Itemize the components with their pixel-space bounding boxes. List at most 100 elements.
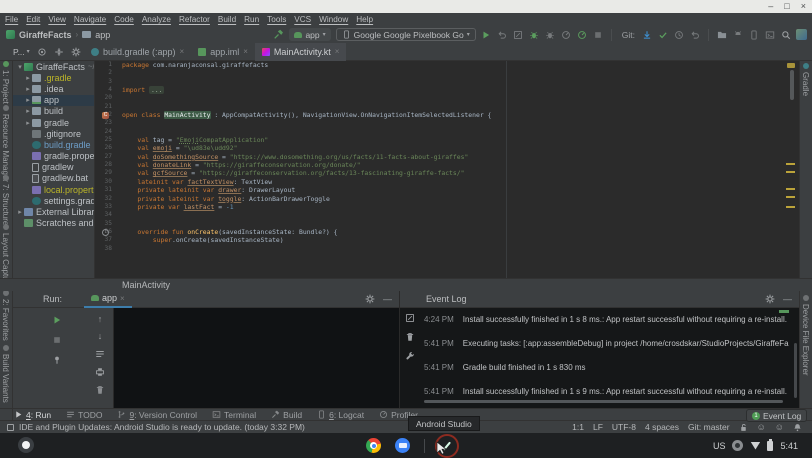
gradle-status-icon[interactable]: ☺ <box>775 423 784 432</box>
project-structure-icon[interactable] <box>717 30 727 40</box>
profiler-gauge-icon[interactable] <box>561 30 571 40</box>
code-line-20[interactable]: 20 <box>95 94 799 102</box>
up-stacktrace-icon[interactable]: ↑ <box>98 315 103 324</box>
menu-item-navigate[interactable]: Navigate <box>74 15 106 24</box>
coverage-icon[interactable] <box>513 30 523 40</box>
run-icon[interactable] <box>481 30 491 40</box>
expander-icon[interactable]: ▸ <box>24 85 32 93</box>
status-utf-8[interactable]: UTF-8 <box>612 422 636 432</box>
log-entry[interactable]: 5:41 PMGradle build finished in 1 s 830 … <box>424 363 789 372</box>
tree-item-build[interactable]: ▸build <box>13 106 94 117</box>
event-log-horizontal-scrollbar[interactable] <box>424 400 783 403</box>
tool-stripe-button-2-favorites[interactable]: 2: Favorites <box>1 290 10 341</box>
toolwindow-button-todo[interactable]: TODO <box>66 410 102 420</box>
menu-item-code[interactable]: Code <box>114 15 134 24</box>
expander-icon[interactable]: ▸ <box>24 74 32 82</box>
toolwindow-button-6-logcat[interactable]: 6: Logcat <box>317 410 364 420</box>
menu-item-refactor[interactable]: Refactor <box>179 15 210 24</box>
tree-item-gradle[interactable]: ▸.gradle <box>13 72 94 83</box>
apply-changes-icon[interactable] <box>497 30 507 40</box>
code-line-23[interactable]: 23 <box>95 119 799 127</box>
expander-icon[interactable]: ▾ <box>16 63 24 71</box>
expander-icon[interactable]: ▸ <box>16 208 24 216</box>
code-line-4[interactable]: 4import ... <box>95 86 799 94</box>
tree-item-gradle-properties[interactable]: gradle.properties <box>13 151 94 162</box>
tree-item-idea[interactable]: ▸.idea <box>13 83 94 94</box>
menu-item-analyze[interactable]: Analyze <box>142 15 171 24</box>
notification-icon[interactable] <box>7 424 14 431</box>
down-stacktrace-icon[interactable]: ↓ <box>98 332 103 341</box>
expander-icon[interactable]: ▸ <box>24 119 32 127</box>
code-line-22[interactable]: 22Copen class MainActivity : AppCompatAc… <box>95 111 799 119</box>
status-message[interactable]: IDE and Plugin Updates: Android Studio i… <box>19 422 305 432</box>
code-line-33[interactable]: 33 private var lastFact = -1 <box>95 203 799 211</box>
menu-item-edit[interactable]: Edit <box>26 15 40 24</box>
tab-app-iml[interactable]: app.iml× <box>191 43 255 61</box>
inspection-indicator[interactable] <box>787 63 795 68</box>
launcher-button[interactable] <box>18 437 34 453</box>
status-4-spaces[interactable]: 4 spaces <box>645 422 679 432</box>
highlighting-level-icon[interactable]: ☺ <box>757 423 766 432</box>
tree-item-gradlew-bat[interactable]: gradlew.bat <box>13 173 94 184</box>
menu-item-build[interactable]: Build <box>218 15 236 24</box>
tree-item-build-gradle[interactable]: build.gradle <box>13 139 94 150</box>
hide-panel-icon[interactable]: — <box>783 295 792 304</box>
log-entry[interactable]: 5:41 PMExecuting tasks: [:app:assembleDe… <box>424 339 789 348</box>
log-entry[interactable]: 5:41 PMInstall successfully finished in … <box>424 387 789 396</box>
tab-build-gradle-app[interactable]: build.gradle (:app)× <box>84 43 191 61</box>
menu-item-help[interactable]: Help <box>356 15 373 24</box>
tree-item-giraffefacts[interactable]: ▾GiraffeFacts~/S <box>13 61 94 72</box>
settings-gear-icon[interactable] <box>765 294 775 304</box>
code-line-29[interactable]: 29 val gcfSource = "https://giraffeconse… <box>95 169 799 177</box>
pin-icon[interactable] <box>52 355 62 365</box>
override-gutter-icon[interactable]: ↑ <box>102 229 109 236</box>
avatar[interactable] <box>796 29 807 40</box>
breadcrumb-class[interactable]: MainActivity <box>122 280 170 290</box>
debug-icon[interactable] <box>529 30 539 40</box>
mark-read-icon[interactable] <box>405 313 415 323</box>
code-line-35[interactable]: 35 <box>95 220 799 228</box>
settings-gear-icon[interactable] <box>365 294 375 304</box>
menu-item-vcs[interactable]: VCS <box>294 15 311 24</box>
restore-window-icon[interactable]: □ <box>784 2 789 11</box>
tool-stripe-button-1-project[interactable]: 1: Project <box>1 61 10 104</box>
expander-icon[interactable]: ▸ <box>24 96 32 104</box>
tree-item-gitignore[interactable]: .gitignore <box>13 128 94 139</box>
account-icon[interactable] <box>732 440 743 451</box>
code-line-1[interactable]: 1package com.naranjaconsal.giraffefacts <box>95 61 799 69</box>
sdk-manager-icon[interactable] <box>733 30 743 40</box>
hide-panel-icon[interactable]: — <box>383 295 392 304</box>
run-console[interactable] <box>113 308 399 408</box>
locate-file-icon[interactable] <box>37 47 47 57</box>
avd-manager-icon[interactable] <box>749 30 759 40</box>
breadcrumb-module[interactable]: app <box>95 30 110 40</box>
toolwindow-button-9-version-control[interactable]: 9: Version Control <box>117 410 197 420</box>
tree-item-external-libraries[interactable]: ▸External Libraries <box>13 206 94 217</box>
code-line-37[interactable]: 37 super.onCreate(savedInstanceState) <box>95 236 799 244</box>
stop-icon[interactable] <box>52 335 62 345</box>
history-icon[interactable] <box>674 30 684 40</box>
tool-stripe-button-device-file-explorer[interactable]: Device File Explorer <box>801 295 810 376</box>
log-entry[interactable]: 4:24 PMInstall successfully finished in … <box>424 315 789 324</box>
make-project-hammer-icon[interactable] <box>273 29 284 40</box>
tool-stripe-button-resource-manager[interactable]: Resource Manager <box>1 105 10 182</box>
code-line-25[interactable]: 25 val tag = "EmojiCompatApplication" <box>95 136 799 144</box>
clear-log-icon[interactable] <box>405 332 415 342</box>
tree-item-gradlew[interactable]: gradlew <box>13 162 94 173</box>
tool-stripe-button-7-structure[interactable]: 7: Structure <box>1 175 10 225</box>
rerun-icon[interactable] <box>52 315 62 325</box>
minimize-window-icon[interactable]: – <box>768 2 773 11</box>
lock-icon[interactable] <box>739 423 748 432</box>
menu-item-file[interactable]: File <box>5 15 18 24</box>
tree-item-scratches-and-consoles[interactable]: Scratches and Consoles <box>13 218 94 229</box>
event-log-vertical-scrollbar[interactable] <box>794 343 797 398</box>
code-line-32[interactable]: 32 private lateinit var toggle: ActionBa… <box>95 195 799 203</box>
menu-item-view[interactable]: View <box>48 15 66 24</box>
search-everywhere-icon[interactable] <box>781 30 791 40</box>
log-settings-icon[interactable] <box>405 351 415 361</box>
rollback-icon[interactable] <box>690 30 700 40</box>
tool-stripe-button-build-variants[interactable]: Build Variants <box>1 345 10 403</box>
status-git[interactable]: Git: master <box>688 422 730 432</box>
code-line-27[interactable]: 27 val doSomethingSource = "https://www.… <box>95 153 799 161</box>
chrome-icon[interactable] <box>366 438 381 453</box>
